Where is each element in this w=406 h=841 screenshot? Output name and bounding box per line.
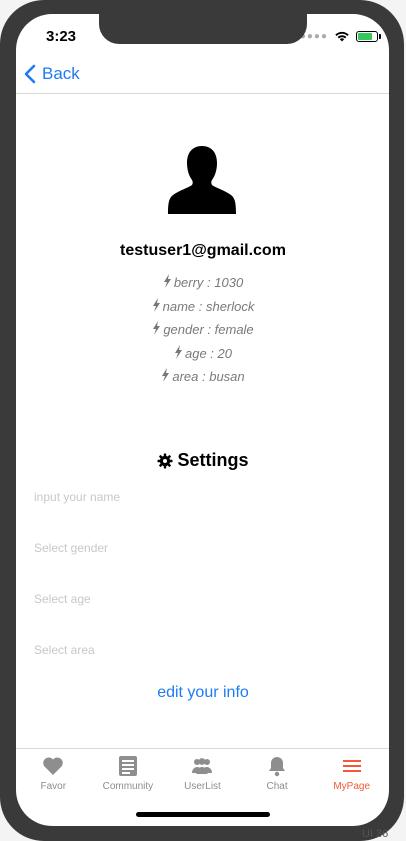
status-time: 3:23 bbox=[46, 28, 77, 45]
gender-select[interactable] bbox=[34, 541, 334, 555]
profile-name: name : sherlock bbox=[0, 298, 406, 315]
document-icon bbox=[118, 756, 137, 776]
tab-userlist[interactable]: UserList bbox=[165, 749, 240, 801]
tab-favor[interactable]: Favor bbox=[16, 749, 91, 801]
name-input[interactable] bbox=[34, 490, 334, 504]
heart-icon bbox=[43, 757, 64, 775]
bolt-icon bbox=[161, 368, 170, 385]
tab-community[interactable]: Community bbox=[91, 749, 166, 801]
tab-favor-label: Favor bbox=[40, 781, 67, 792]
settings-label: Settings bbox=[177, 450, 249, 470]
avatar-icon bbox=[168, 146, 236, 214]
bolt-icon bbox=[152, 298, 161, 315]
age-select[interactable] bbox=[34, 592, 334, 606]
edge-text: UI 36 bbox=[362, 828, 389, 840]
profile-berry: berry : 1030 bbox=[0, 274, 406, 291]
profile-area: area : busan bbox=[0, 368, 406, 385]
profile-age: age : 20 bbox=[0, 345, 406, 362]
settings-title: Settings bbox=[0, 450, 406, 471]
home-indicator bbox=[136, 812, 270, 817]
tab-community-label: Community bbox=[102, 781, 154, 792]
chevron-left-icon bbox=[24, 64, 36, 84]
status-icons: ●●●● bbox=[300, 30, 381, 42]
tab-chat[interactable]: Chat bbox=[240, 749, 315, 801]
tab-mypage-label: MyPage bbox=[333, 781, 371, 792]
profile-email: testuser1@gmail.com bbox=[120, 242, 286, 259]
tab-bar: Favor Community UserList Chat MyPage bbox=[16, 748, 389, 801]
tab-chat-label: Chat bbox=[266, 781, 288, 792]
notch bbox=[99, 14, 307, 44]
bolt-icon bbox=[163, 274, 172, 291]
back-label: Back bbox=[42, 64, 80, 83]
tab-userlist-label: UserList bbox=[184, 781, 221, 792]
tab-mypage[interactable]: MyPage bbox=[314, 749, 389, 801]
back-button[interactable]: Back bbox=[24, 64, 80, 84]
users-icon bbox=[192, 758, 213, 774]
gear-icon bbox=[157, 453, 173, 468]
bell-icon bbox=[269, 757, 286, 777]
menu-icon bbox=[342, 760, 361, 772]
profile-gender: gender : female bbox=[0, 321, 406, 338]
area-select[interactable] bbox=[34, 643, 334, 657]
battery-icon bbox=[356, 30, 381, 42]
wifi-icon bbox=[335, 31, 349, 42]
screen bbox=[16, 14, 389, 826]
navigation-bar: Back bbox=[16, 58, 389, 94]
bolt-icon bbox=[152, 321, 161, 338]
edit-info-button[interactable]: edit your info bbox=[0, 684, 406, 702]
bolt-icon bbox=[174, 345, 183, 362]
